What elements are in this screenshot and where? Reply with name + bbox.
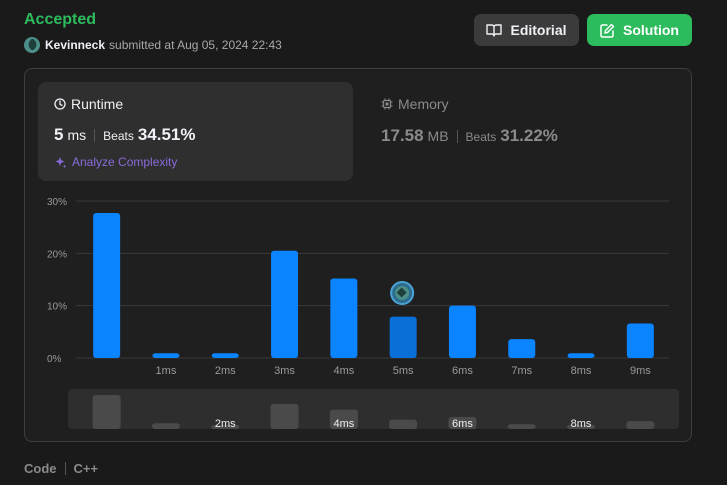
overview-tick-label: 4ms <box>333 418 354 430</box>
chart-bar[interactable] <box>330 278 358 358</box>
chart-bar[interactable] <box>567 353 595 358</box>
username-link[interactable]: Kevinneck <box>45 38 105 52</box>
y-tick-label: 0% <box>47 354 62 365</box>
x-tick-label: 8ms <box>571 365 592 377</box>
user-marker-avatar <box>390 281 415 305</box>
overview-tick-label: 2ms <box>215 418 236 430</box>
book-icon <box>486 24 503 37</box>
editorial-label: Editorial <box>510 22 567 38</box>
chart-bar[interactable] <box>389 316 417 358</box>
y-tick-label: 30% <box>47 197 67 208</box>
code-label: Code <box>24 461 57 476</box>
chart-bar[interactable] <box>271 250 299 358</box>
overview-bar <box>507 424 536 429</box>
solution-label: Solution <box>623 22 679 38</box>
code-footer: Code C++ <box>24 461 98 476</box>
x-tick-label: 3ms <box>274 365 295 377</box>
y-tick-label: 20% <box>47 249 67 260</box>
submission-info: Kevinneck submitted at Aug 05, 2024 22:4… <box>24 37 282 53</box>
editorial-button[interactable]: Editorial <box>474 14 579 46</box>
x-tick-label: 9ms <box>630 365 651 377</box>
language-label[interactable]: C++ <box>74 461 99 476</box>
overview-bar <box>151 423 180 429</box>
chart-bar[interactable] <box>211 353 239 358</box>
overview-tick-label: 8ms <box>571 418 592 430</box>
overview-bar <box>92 395 121 429</box>
status-heading: Accepted <box>24 11 97 28</box>
y-tick-label: 10% <box>47 302 67 313</box>
chart-bar[interactable] <box>626 323 654 358</box>
chart-bar[interactable] <box>93 213 121 358</box>
x-tick-label: 5ms <box>393 365 414 377</box>
result-card: Runtime 5 ms Beats 34.51% Analyze Comple… <box>24 68 692 442</box>
avatar[interactable] <box>24 37 40 53</box>
chart-bar[interactable] <box>448 305 476 358</box>
x-tick-label: 6ms <box>452 365 473 377</box>
overview-bar <box>626 421 655 429</box>
overview-tick-label: 6ms <box>452 418 473 430</box>
solution-button[interactable]: Solution <box>587 14 692 46</box>
x-tick-label: 1ms <box>156 365 177 377</box>
overview-bar <box>270 403 299 429</box>
x-tick-label: 4ms <box>333 365 354 377</box>
x-tick-label: 7ms <box>511 365 532 377</box>
divider <box>64 462 66 475</box>
chart-bar[interactable] <box>508 339 536 358</box>
runtime-distribution-chart[interactable]: 0% 10% 20% 30% 1ms 2ms 3ms 4ms 5ms 6ms 7ms 8ms 9ms 2m… <box>25 69 693 443</box>
x-tick-label: 2ms <box>215 365 236 377</box>
edit-icon <box>600 23 615 38</box>
overview-bar <box>389 419 418 429</box>
submitted-time: submitted at Aug 05, 2024 22:43 <box>109 38 282 52</box>
chart-bar[interactable] <box>152 353 180 358</box>
